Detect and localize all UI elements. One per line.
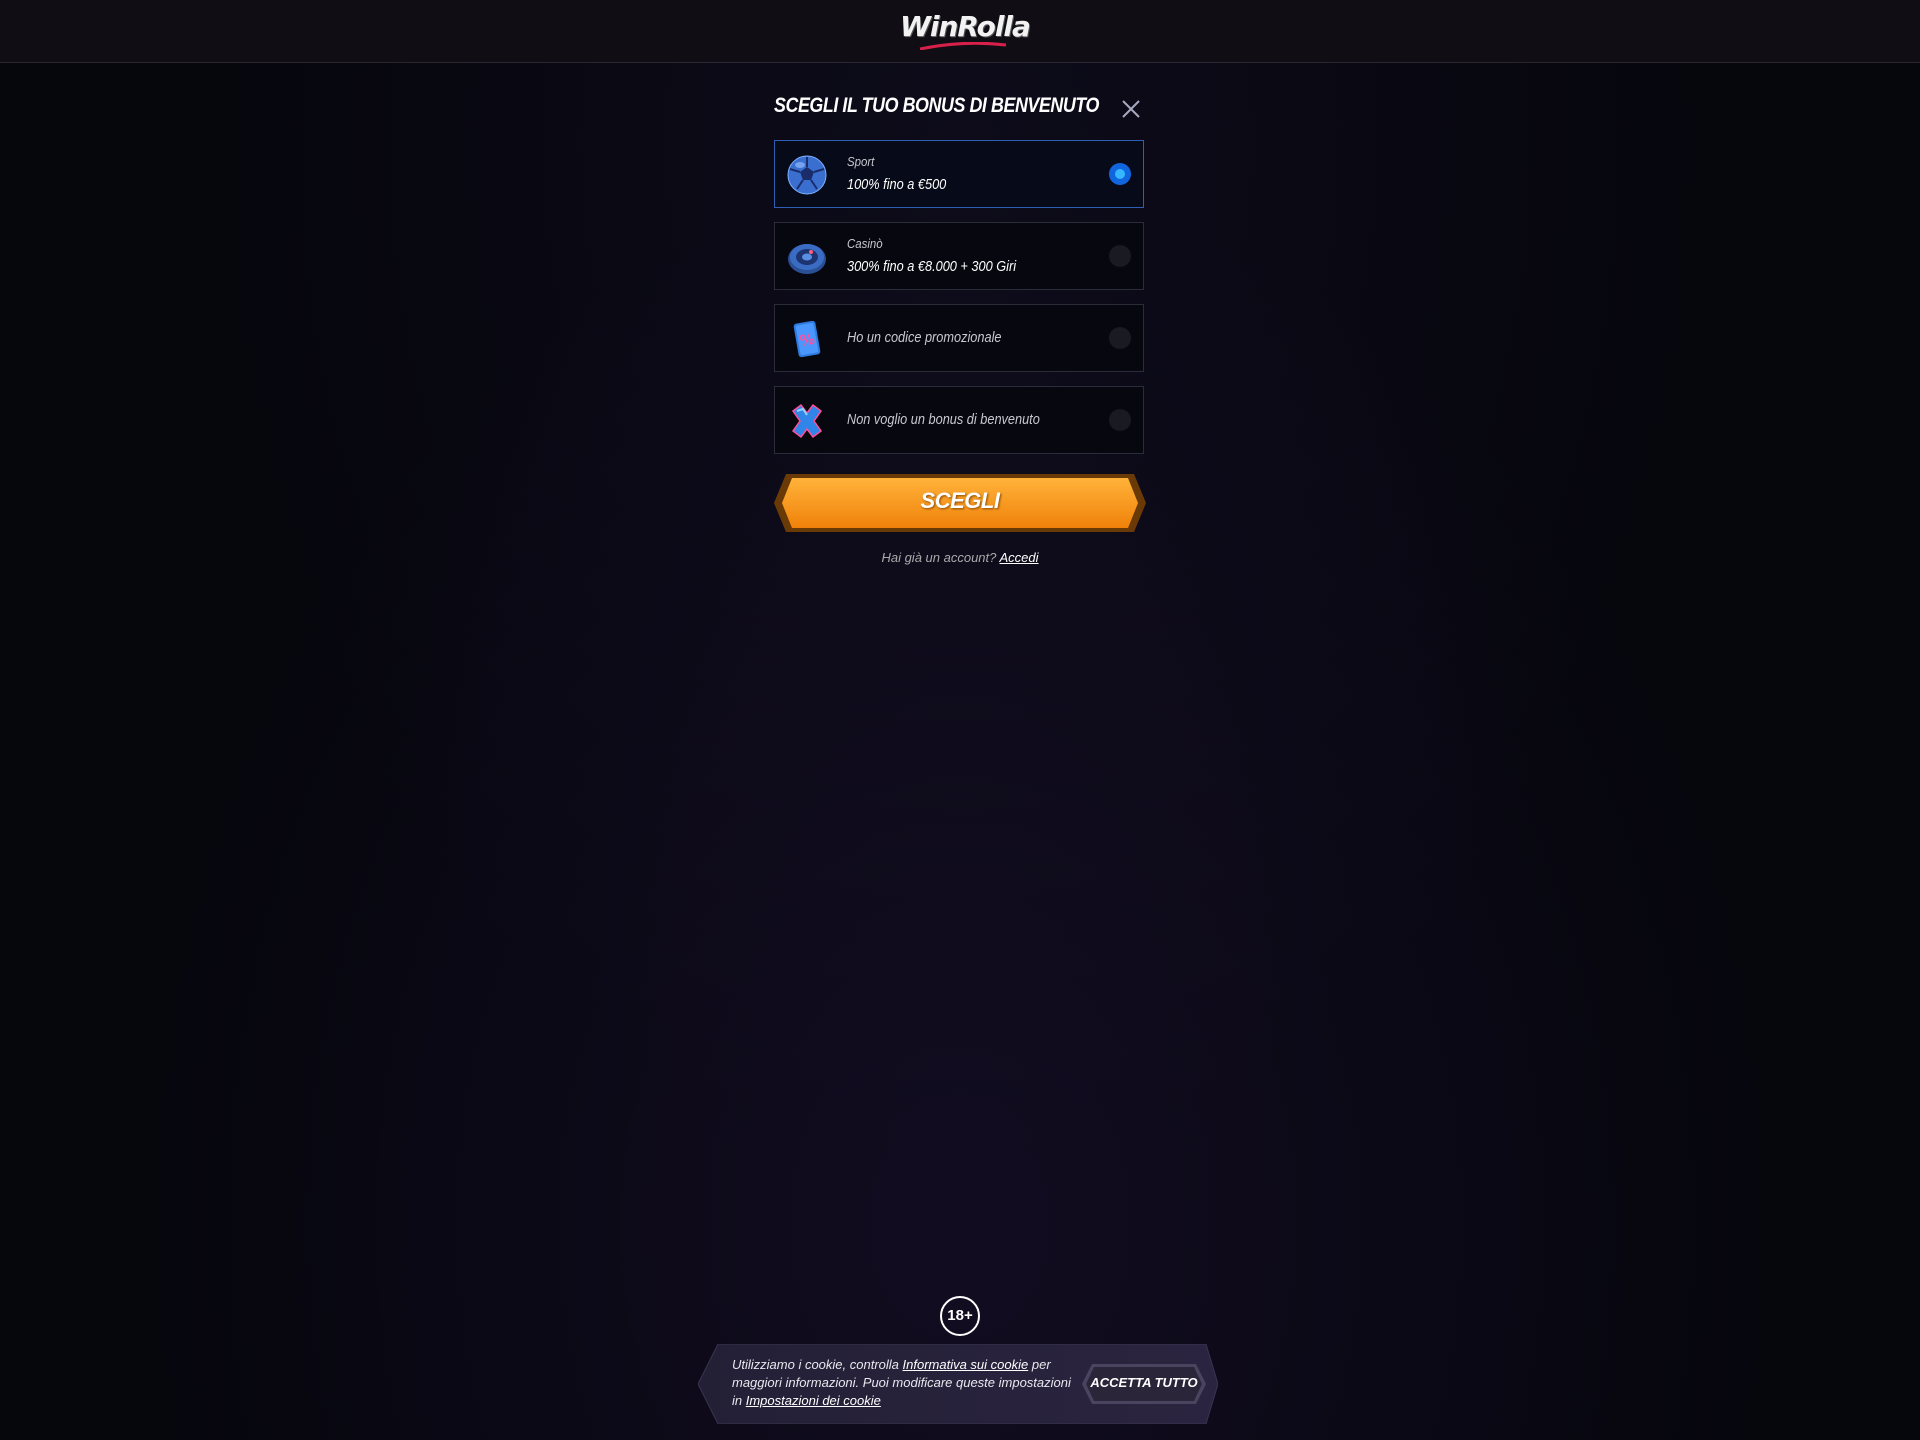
account-prompt-text: Hai già un account? (881, 550, 997, 565)
option-label: Sport (847, 154, 875, 169)
cookie-text-before: Utilizziamo i cookie, controlla (732, 1357, 903, 1372)
option-label: Casinò (847, 236, 883, 251)
bonus-option-promo-code[interactable]: % Ho un codice promozionale (774, 304, 1144, 372)
radio-unselected[interactable] (1109, 327, 1131, 349)
modal-title: SCEGLI IL TUO BONUS DI BENVENUTO (774, 94, 1099, 117)
cookie-message: Utilizziamo i cookie, controlla Informat… (732, 1356, 1072, 1410)
option-value: 100% fino a €500 (847, 176, 947, 193)
top-bar: WinRolla (0, 0, 1920, 63)
radio-unselected[interactable] (1109, 409, 1131, 431)
option-label: Non voglio un bonus di benvenuto (847, 411, 1040, 428)
radio-selected[interactable] (1109, 163, 1131, 185)
accept-button-label: ACCETTA TUTTO (1090, 1375, 1198, 1390)
promo-code-card-icon: % (793, 320, 821, 358)
cookie-banner: Utilizziamo i cookie, controlla Informat… (698, 1344, 1218, 1424)
roulette-wheel-icon (788, 244, 826, 274)
cookie-policy-link[interactable]: Informativa sui cookie (903, 1357, 1029, 1372)
age-restriction-badge: 18+ (940, 1296, 980, 1336)
svg-text:%: % (798, 330, 816, 350)
welcome-bonus-modal: SCEGLI IL TUO BONUS DI BENVENUTO Sport 1… (774, 92, 1146, 572)
choose-button[interactable]: SCEGLI (774, 474, 1146, 532)
choose-button-label: SCEGLI (920, 488, 1000, 513)
bonus-option-casino[interactable]: Casinò 300% fino a €8.000 + 300 Giri (774, 222, 1144, 290)
option-value: 300% fino a €8.000 + 300 Giri (847, 258, 1017, 275)
winrolla-logo[interactable]: WinRolla (900, 8, 1031, 54)
bonus-option-no-bonus[interactable]: Non voglio un bonus di benvenuto (774, 386, 1144, 454)
close-icon[interactable] (1120, 98, 1142, 120)
accept-all-button[interactable]: ACCETTA TUTTO (1082, 1364, 1206, 1404)
login-prompt: Hai già un account? Accedi (774, 550, 1146, 565)
option-label: Ho un codice promozionale (847, 329, 1002, 346)
radio-unselected[interactable] (1109, 245, 1131, 267)
logo-swoosh-icon (919, 42, 1007, 50)
logo-text: WinRolla (900, 10, 1031, 43)
login-link[interactable]: Accedi (1000, 550, 1039, 565)
soccer-ball-icon (787, 155, 827, 195)
cookie-settings-link[interactable]: Impostazioni dei cookie (746, 1393, 881, 1408)
no-bonus-x-icon (791, 403, 823, 439)
bonus-option-sport[interactable]: Sport 100% fino a €500 (774, 140, 1144, 208)
